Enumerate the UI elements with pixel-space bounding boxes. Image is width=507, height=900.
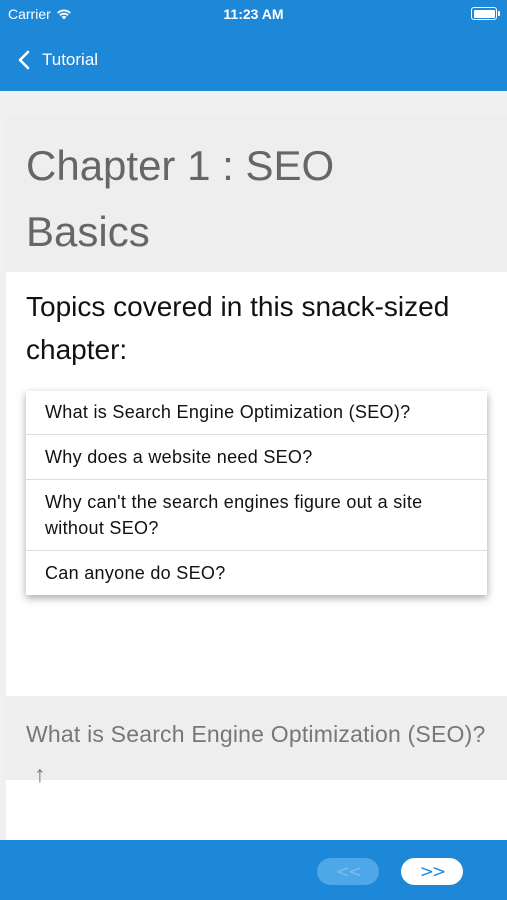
back-button-label: Tutorial — [42, 50, 99, 69]
chapter-title-line-1: Chapter 1 : SEO — [26, 142, 335, 189]
status-bar: Carrier 11:23 AM — [0, 0, 507, 28]
navigation-bar: Tutorial — [0, 28, 507, 91]
clock: 11:23 AM — [223, 6, 284, 22]
previous-page-button[interactable]: << — [317, 858, 379, 885]
section-heading: What is Search Engine Optimization (SEO)… — [6, 696, 507, 787]
content-area[interactable]: Chapter 1 : SEO Basics Topics covered in… — [0, 91, 507, 840]
chapter-page: Chapter 1 : SEO Basics Topics covered in… — [6, 115, 507, 840]
topics-list: What is Search Engine Optimization (SEO)… — [26, 391, 487, 595]
chapter-title-line-2: Basics — [26, 208, 150, 255]
back-button[interactable]: Tutorial — [18, 50, 98, 70]
chapter-header: Chapter 1 : SEO Basics — [6, 115, 507, 272]
topic-link-why-need-seo[interactable]: Why does a website need SEO? — [26, 435, 487, 480]
topic-link-what-is-seo[interactable]: What is Search Engine Optimization (SEO)… — [26, 391, 487, 435]
topic-link-why-cant-search-engines[interactable]: Why can't the search engines figure out … — [26, 480, 487, 551]
bottom-toolbar: << >> — [0, 840, 507, 900]
topic-link-can-anyone-do-seo[interactable]: Can anyone do SEO? — [26, 551, 487, 595]
section-heading-text: What is Search Engine Optimization (SEO)… — [26, 721, 486, 747]
topics-intro: Topics covered in this snack-sized chapt… — [26, 291, 450, 365]
back-to-top-icon[interactable]: ↑ — [34, 754, 46, 794]
chevron-left-icon — [18, 50, 30, 70]
battery-icon — [471, 7, 500, 20]
next-page-button[interactable]: >> — [401, 858, 463, 885]
